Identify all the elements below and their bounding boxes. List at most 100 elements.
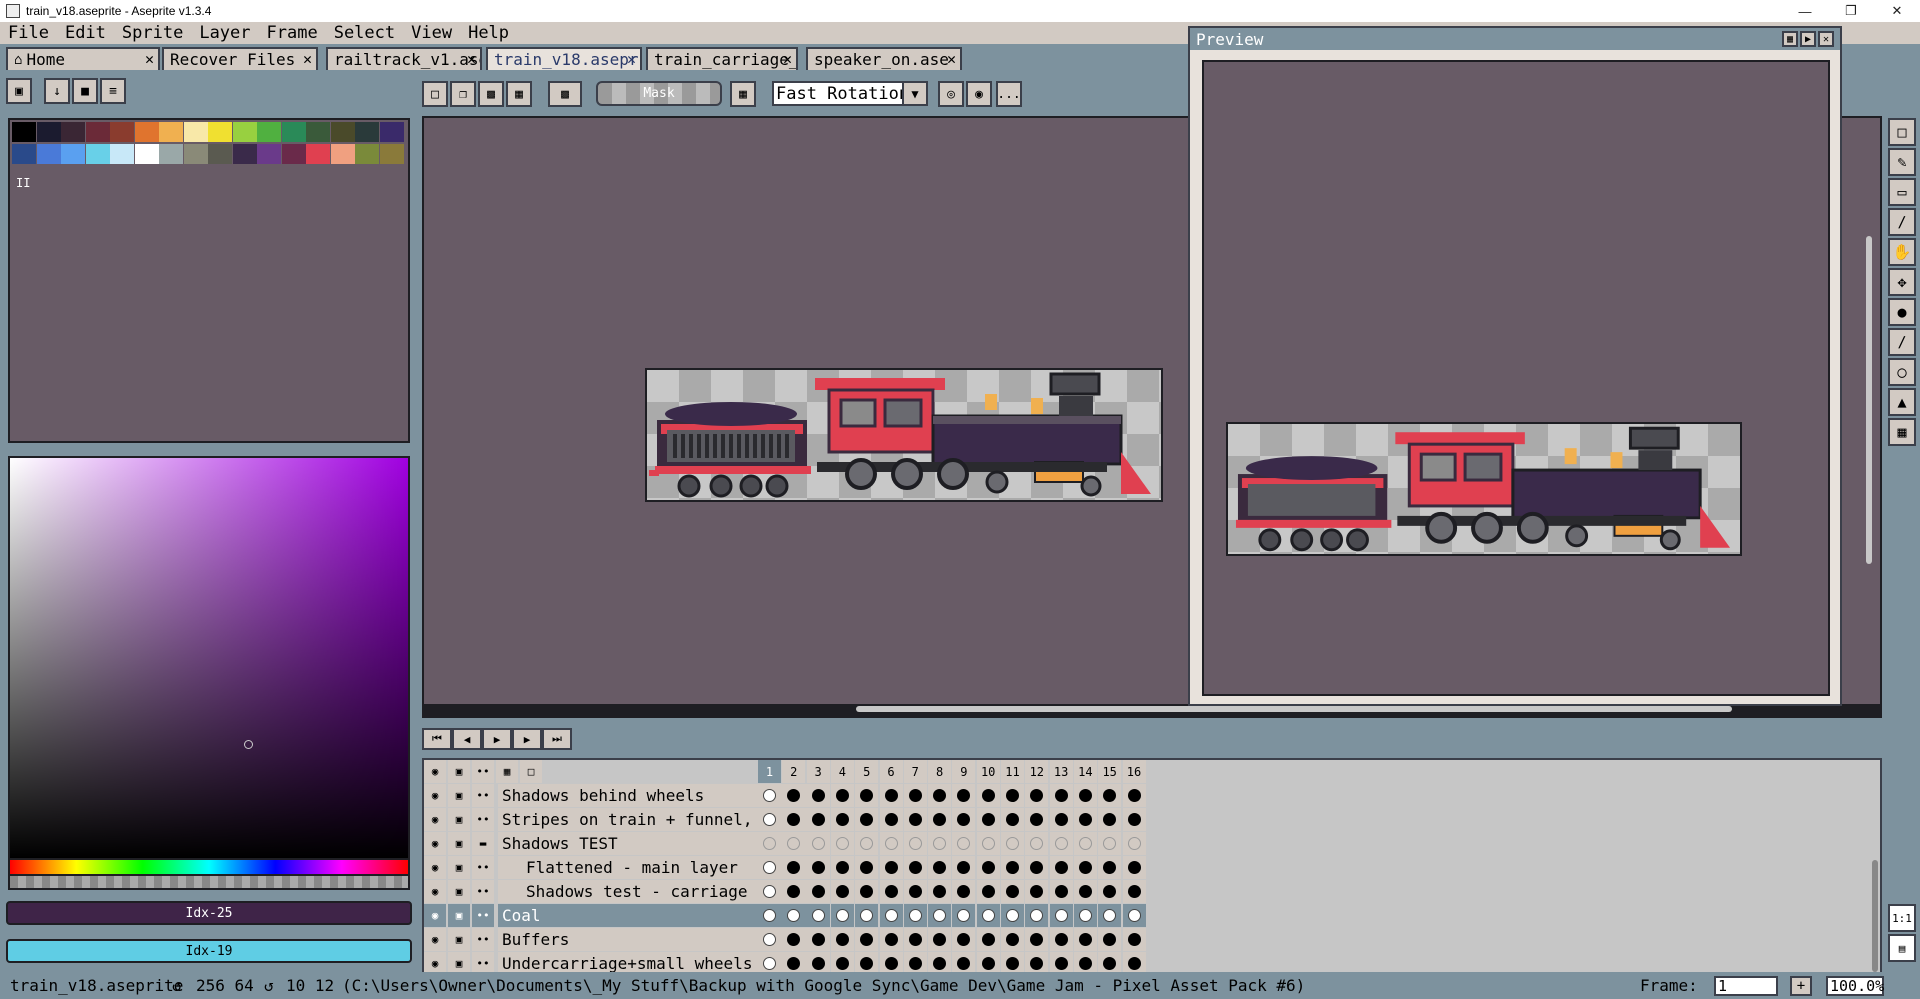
frame-header[interactable]: 5 <box>855 760 879 783</box>
cel[interactable] <box>903 856 927 879</box>
frame-header[interactable]: 2 <box>782 760 806 783</box>
cel[interactable] <box>952 880 976 903</box>
cel[interactable] <box>782 928 806 951</box>
cel[interactable] <box>758 856 781 879</box>
palette-swatch[interactable] <box>306 122 330 142</box>
ellipse-tool-icon[interactable]: ◯ <box>1888 358 1916 386</box>
palette-sort-icon[interactable]: ↓ <box>44 78 70 104</box>
cel[interactable] <box>782 784 806 807</box>
pixel-perfect-icon[interactable]: ▩ <box>548 81 582 107</box>
cel[interactable] <box>952 832 976 855</box>
cel[interactable] <box>830 784 854 807</box>
layer-row[interactable]: ◉ ▣ •• Flattened - main layer <box>424 856 1880 880</box>
cel[interactable] <box>806 856 830 879</box>
cel[interactable] <box>1049 784 1073 807</box>
chevron-down-icon[interactable]: ▼ <box>902 81 928 106</box>
cel[interactable] <box>782 832 806 855</box>
palette-swatch[interactable] <box>61 144 85 164</box>
cel[interactable] <box>855 808 879 831</box>
folder-icon[interactable]: ▬ <box>472 832 494 855</box>
blur-tool-icon[interactable]: ▦ <box>1888 418 1916 446</box>
cel[interactable] <box>782 808 806 831</box>
frame-header[interactable]: 4 <box>830 760 854 783</box>
eye-icon[interactable]: ◉ <box>424 784 446 807</box>
contour-tool-icon[interactable]: ▲ <box>1888 388 1916 416</box>
layer-row[interactable]: ◉ ▣ •• Shadows behind wheels <box>424 784 1880 808</box>
lock-icon[interactable]: ▣ <box>448 928 470 951</box>
cel[interactable] <box>903 904 927 927</box>
cel[interactable] <box>879 784 903 807</box>
menu-layer[interactable]: Layer <box>191 23 258 43</box>
cel[interactable] <box>976 928 1000 951</box>
cel[interactable] <box>928 784 952 807</box>
cel[interactable] <box>976 784 1000 807</box>
sprite-canvas[interactable] <box>645 368 1163 502</box>
cel[interactable] <box>1001 832 1024 855</box>
layer-row[interactable]: ◉ ▣ •• Stripes on train + funnel, bell <box>424 808 1880 832</box>
cel[interactable] <box>806 784 830 807</box>
palette-swatch[interactable] <box>159 144 183 164</box>
pencil-tool-icon[interactable]: ✎ <box>1888 148 1916 176</box>
cel[interactable] <box>806 904 830 927</box>
cel[interactable] <box>830 904 854 927</box>
lock-icon[interactable]: ▣ <box>448 784 470 807</box>
cel[interactable] <box>879 880 903 903</box>
intersect-select-icon[interactable]: ▦ <box>506 81 532 107</box>
palette-options-icon[interactable]: ≡ <box>100 78 126 104</box>
frame-header[interactable]: 10 <box>976 760 1000 783</box>
cel[interactable] <box>952 904 976 927</box>
rotation-pivot-icon[interactable]: ▦ <box>730 81 756 107</box>
cel[interactable] <box>1001 928 1024 951</box>
tab-train-v18[interactable]: train_v18.asepr ✕ <box>486 47 642 70</box>
cel[interactable] <box>1122 856 1146 879</box>
frame-header[interactable]: 3 <box>806 760 830 783</box>
tab-close-icon[interactable]: ✕ <box>783 50 792 68</box>
cel[interactable] <box>903 808 927 831</box>
timeline-toggle-icon[interactable]: ▤ <box>1888 934 1916 962</box>
palette-swatch[interactable] <box>355 144 379 164</box>
cel[interactable] <box>855 784 879 807</box>
cel[interactable] <box>903 880 927 903</box>
cel[interactable] <box>855 880 879 903</box>
palette-swatch[interactable] <box>134 144 159 164</box>
cel[interactable] <box>1025 928 1049 951</box>
mask-color-button[interactable]: Mask <box>596 81 722 106</box>
lock-icon[interactable]: ▣ <box>448 808 470 831</box>
onion-skin-icon[interactable]: ▦ <box>496 760 518 783</box>
frame-header[interactable]: 1 <box>758 760 781 783</box>
cel[interactable] <box>1122 928 1146 951</box>
palette-swatch[interactable] <box>110 144 134 164</box>
cel[interactable] <box>1049 808 1073 831</box>
cel[interactable] <box>1098 904 1122 927</box>
cel[interactable] <box>1049 880 1073 903</box>
frame-header[interactable]: 6 <box>879 760 903 783</box>
lock-icon[interactable]: ▣ <box>448 904 470 927</box>
continuous-icon[interactable]: •• <box>472 784 494 807</box>
zoom-input[interactable]: 100.0% <box>1826 976 1884 996</box>
palette-swatch[interactable] <box>36 144 61 164</box>
continuous-icon[interactable]: •• <box>472 760 494 783</box>
hue-slider[interactable] <box>8 860 410 876</box>
continuous-icon[interactable]: •• <box>472 928 494 951</box>
layer-row[interactable]: ◉ ▣ •• Coal <box>424 904 1880 928</box>
tab-recover-files[interactable]: Recover Files ✕ <box>162 47 318 70</box>
tab-home[interactable]: ⌂ Home ✕ <box>6 47 160 70</box>
cel[interactable] <box>1073 808 1097 831</box>
cel[interactable] <box>1025 880 1049 903</box>
cel[interactable] <box>1025 832 1049 855</box>
cel[interactable] <box>855 856 879 879</box>
cel[interactable] <box>1098 928 1122 951</box>
frame-header[interactable]: 9 <box>952 760 976 783</box>
cel[interactable] <box>952 808 976 831</box>
cel[interactable] <box>782 904 806 927</box>
eye-icon[interactable]: ◉ <box>424 832 446 855</box>
palette-lock-icon[interactable]: ▣ <box>6 78 32 104</box>
cel[interactable] <box>928 928 952 951</box>
cel[interactable] <box>1025 784 1049 807</box>
frame-header[interactable]: 7 <box>903 760 927 783</box>
menu-file[interactable]: File <box>0 23 57 43</box>
palette-swatch[interactable] <box>183 122 208 142</box>
palette-swatch[interactable] <box>12 122 36 142</box>
cel[interactable] <box>903 928 927 951</box>
palette-swatch[interactable] <box>183 144 208 164</box>
